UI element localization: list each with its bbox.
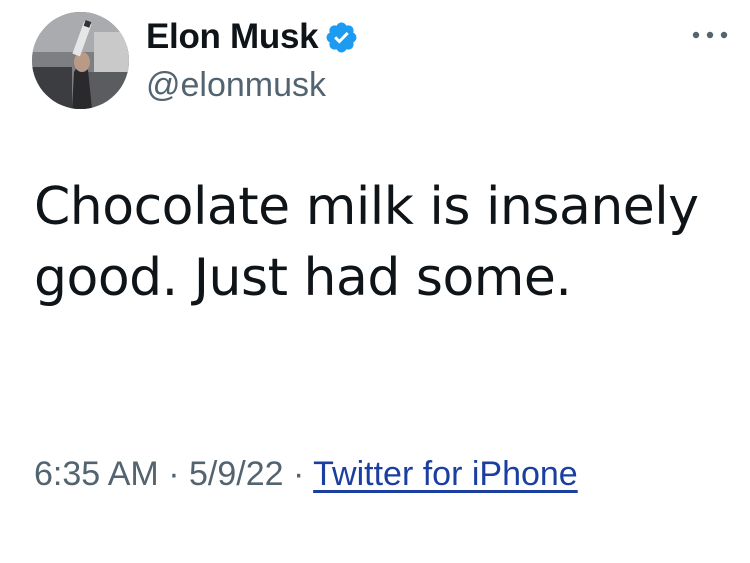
tweet-card: Elon Musk @elonmusk Chocolate milk is in… — [0, 0, 750, 563]
avatar-photo — [32, 12, 129, 109]
tweet-date[interactable]: 5/9/22 — [189, 455, 284, 493]
tweet-source-link[interactable]: Twitter for iPhone — [313, 455, 578, 493]
avatar[interactable] — [32, 12, 129, 109]
tweet-time[interactable]: 6:35 AM — [34, 455, 159, 493]
meta-separator: · — [168, 455, 180, 493]
tweet-meta: 6:35 AM · 5/9/22 · Twitter for iPhone — [34, 448, 714, 500]
verified-badge-icon — [326, 22, 357, 52]
meta-separator-2: · — [292, 455, 305, 493]
display-name-text: Elon Musk — [146, 17, 319, 56]
tweet-text: Chocolate milk is insanely good. Just ha… — [34, 177, 699, 308]
display-name[interactable]: Elon Musk — [146, 15, 359, 59]
user-handle[interactable]: @elonmusk — [146, 64, 326, 106]
more-options-icon[interactable] — [688, 20, 732, 50]
